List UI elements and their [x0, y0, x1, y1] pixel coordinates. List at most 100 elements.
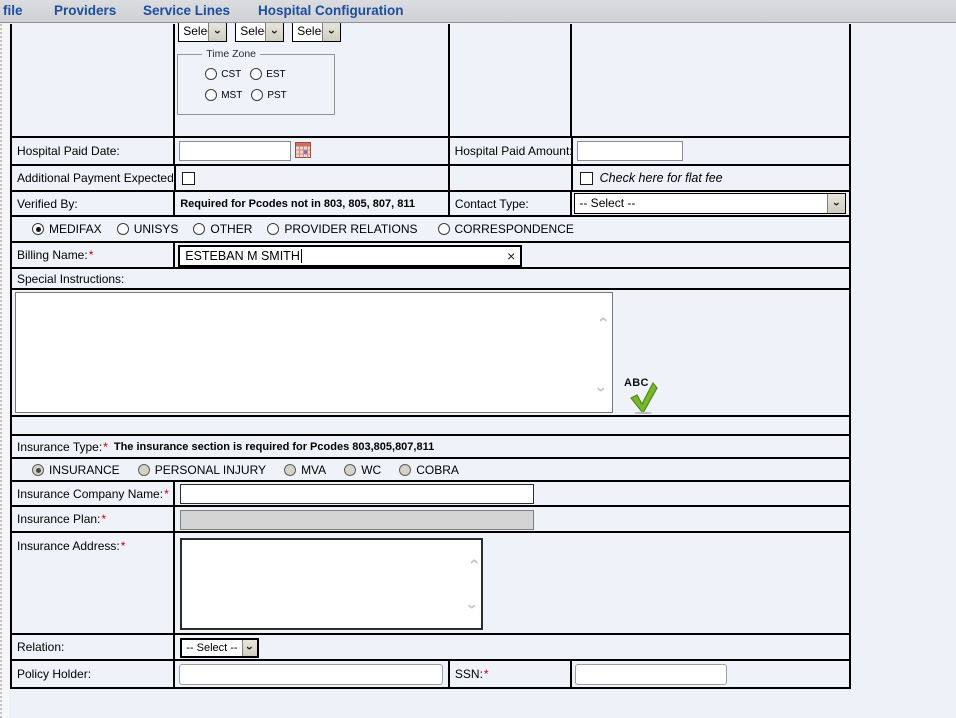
radio-pst[interactable]: PST — [251, 89, 286, 101]
insurance-plan-label: Insurance Plan:* — [12, 507, 175, 531]
insurance-type-label: Insurance Type: — [17, 440, 102, 454]
other-label: OTHER — [210, 222, 252, 236]
cst-radio-icon[interactable] — [205, 68, 217, 80]
insurance-radio-icon[interactable] — [32, 464, 44, 476]
verified-by-note: Required for Pcodes not in 803, 805, 807… — [175, 192, 450, 215]
radio-unisys[interactable]: UNISYS — [117, 222, 179, 236]
timezone-row-label-cell — [12, 24, 175, 136]
radio-other[interactable]: OTHER — [193, 222, 252, 236]
insurance-type-row: Insurance Type:* The insurance section i… — [12, 436, 849, 459]
menu-item-file[interactable]: file — [3, 3, 23, 18]
billing-name-label: Billing Name:* — [12, 243, 175, 267]
scroll-down-icon[interactable]: › — [464, 604, 481, 610]
chevron-down-icon: › — [269, 30, 281, 34]
unisys-label: UNISYS — [134, 222, 179, 236]
special-instructions-label-row: Special Instructions: — [12, 269, 849, 290]
clear-icon[interactable]: × — [507, 249, 515, 263]
menu-item-service-lines[interactable]: Service Lines — [143, 3, 230, 18]
radio-wc[interactable]: WC — [344, 463, 381, 477]
hospital-paid-date-input[interactable] — [179, 141, 291, 161]
pst-label: PST — [267, 90, 286, 101]
additional-payment-label: Additional Payment Expected: — [12, 166, 176, 190]
insurance-plan-row: Insurance Plan:* — [12, 507, 849, 533]
contact-type-select-button[interactable]: › — [827, 194, 845, 213]
scroll-down-icon[interactable]: › — [594, 387, 611, 393]
radio-est[interactable]: EST — [250, 68, 285, 80]
correspondence-radio-icon[interactable] — [438, 223, 450, 235]
verified-by-label: Verified By: — [12, 192, 175, 215]
menu-item-providers[interactable]: Providers — [54, 3, 116, 18]
cobra-label: COBRA — [416, 463, 459, 477]
calendar-icon[interactable] — [295, 142, 311, 158]
unisys-radio-icon[interactable] — [117, 223, 129, 235]
hospital-paid-amount-input[interactable] — [577, 141, 683, 161]
billing-name-input[interactable]: ESTEBAN M SMITH × — [178, 245, 522, 267]
special-instructions-textarea[interactable]: › › — [15, 292, 613, 413]
est-radio-icon[interactable] — [250, 68, 262, 80]
cobra-radio-icon[interactable] — [399, 464, 411, 476]
clipped-select-1[interactable]: Select › — [178, 21, 227, 42]
top-menu-bar: file Providers Service Lines Hospital Co… — [0, 0, 956, 23]
clipped-select-3-value: Select — [293, 22, 322, 41]
hospital-configuration-form: Select › Select › Select › Time Zone CST… — [10, 24, 851, 689]
timezone-row: Select › Select › Select › Time Zone CST… — [12, 24, 849, 138]
mva-radio-icon[interactable] — [284, 464, 296, 476]
clipped-select-2-button[interactable]: › — [265, 22, 283, 41]
clipped-select-3-button[interactable]: › — [322, 22, 340, 41]
insurance-company-label: Insurance Company Name:* — [12, 482, 175, 505]
scroll-up-icon[interactable]: › — [594, 317, 611, 323]
chevron-down-icon: › — [326, 30, 338, 34]
contact-type-label: Contact Type: — [450, 192, 572, 215]
clipped-select-3[interactable]: Select › — [292, 21, 341, 42]
green-check-icon — [630, 382, 658, 414]
mst-radio-icon[interactable] — [205, 89, 217, 101]
mst-label: MST — [221, 90, 242, 101]
medifax-radio-icon[interactable] — [32, 223, 44, 235]
chevron-down-icon: › — [212, 30, 224, 34]
insurance-address-textarea[interactable]: › › — [180, 538, 483, 630]
policy-holder-label: Policy Holder: — [12, 661, 175, 687]
pst-radio-icon[interactable] — [251, 89, 263, 101]
radio-cobra[interactable]: COBRA — [399, 463, 459, 477]
clipped-select-1-button[interactable]: › — [208, 22, 226, 41]
provider-relations-label: PROVIDER RELATIONS — [284, 222, 417, 236]
other-radio-icon[interactable] — [193, 223, 205, 235]
special-instructions-label: Special Instructions: — [12, 269, 849, 288]
required-asterisk: * — [89, 248, 94, 262]
wc-radio-icon[interactable] — [344, 464, 356, 476]
contact-type-select[interactable]: -- Select -- › — [574, 193, 846, 214]
radio-cst[interactable]: CST — [205, 68, 241, 80]
personal-injury-radio-icon[interactable] — [138, 464, 150, 476]
insurance-type-note: The insurance section is required for Pc… — [114, 441, 434, 453]
policy-holder-input[interactable] — [179, 664, 443, 685]
clipped-select-2[interactable]: Select › — [235, 21, 284, 42]
provider-relations-radio-icon[interactable] — [267, 223, 279, 235]
radio-medifax[interactable]: MEDIFAX — [32, 222, 102, 236]
relation-value: -- Select -- — [182, 640, 242, 656]
radio-mst[interactable]: MST — [205, 89, 242, 101]
clipped-select-1-value: Select — [179, 22, 208, 41]
relation-select-button[interactable]: › — [242, 640, 257, 656]
timezone-row-empty-cell2 — [572, 24, 849, 136]
medifax-label: MEDIFAX — [49, 222, 102, 236]
scroll-up-icon[interactable]: › — [464, 559, 481, 565]
relation-row: Relation: -- Select -- › — [12, 635, 849, 661]
ssn-input[interactable] — [575, 664, 727, 685]
radio-correspondence[interactable]: CORRESPONDENCE — [438, 222, 574, 236]
flat-fee-empty-cell — [450, 166, 572, 190]
radio-insurance[interactable]: INSURANCE — [32, 463, 120, 477]
radio-mva[interactable]: MVA — [284, 463, 326, 477]
menu-item-hospital-configuration[interactable]: Hospital Configuration — [258, 3, 404, 18]
additional-payment-checkbox[interactable] — [182, 172, 195, 185]
insurance-type-radios-row: INSURANCE PERSONAL INJURY MVA WC COBRA — [12, 459, 849, 482]
relation-select[interactable]: -- Select -- › — [180, 638, 259, 658]
insurance-company-input[interactable] — [180, 484, 534, 504]
spell-check-icon[interactable]: ABC — [624, 374, 664, 420]
required-asterisk: * — [103, 440, 108, 454]
radio-provider-relations[interactable]: PROVIDER RELATIONS — [267, 222, 417, 236]
flat-fee-checkbox[interactable] — [580, 172, 593, 185]
spacer-row — [12, 417, 849, 436]
cst-label: CST — [221, 69, 241, 80]
timezone-row-empty-cell — [450, 24, 572, 136]
radio-personal-injury[interactable]: PERSONAL INJURY — [138, 463, 266, 477]
